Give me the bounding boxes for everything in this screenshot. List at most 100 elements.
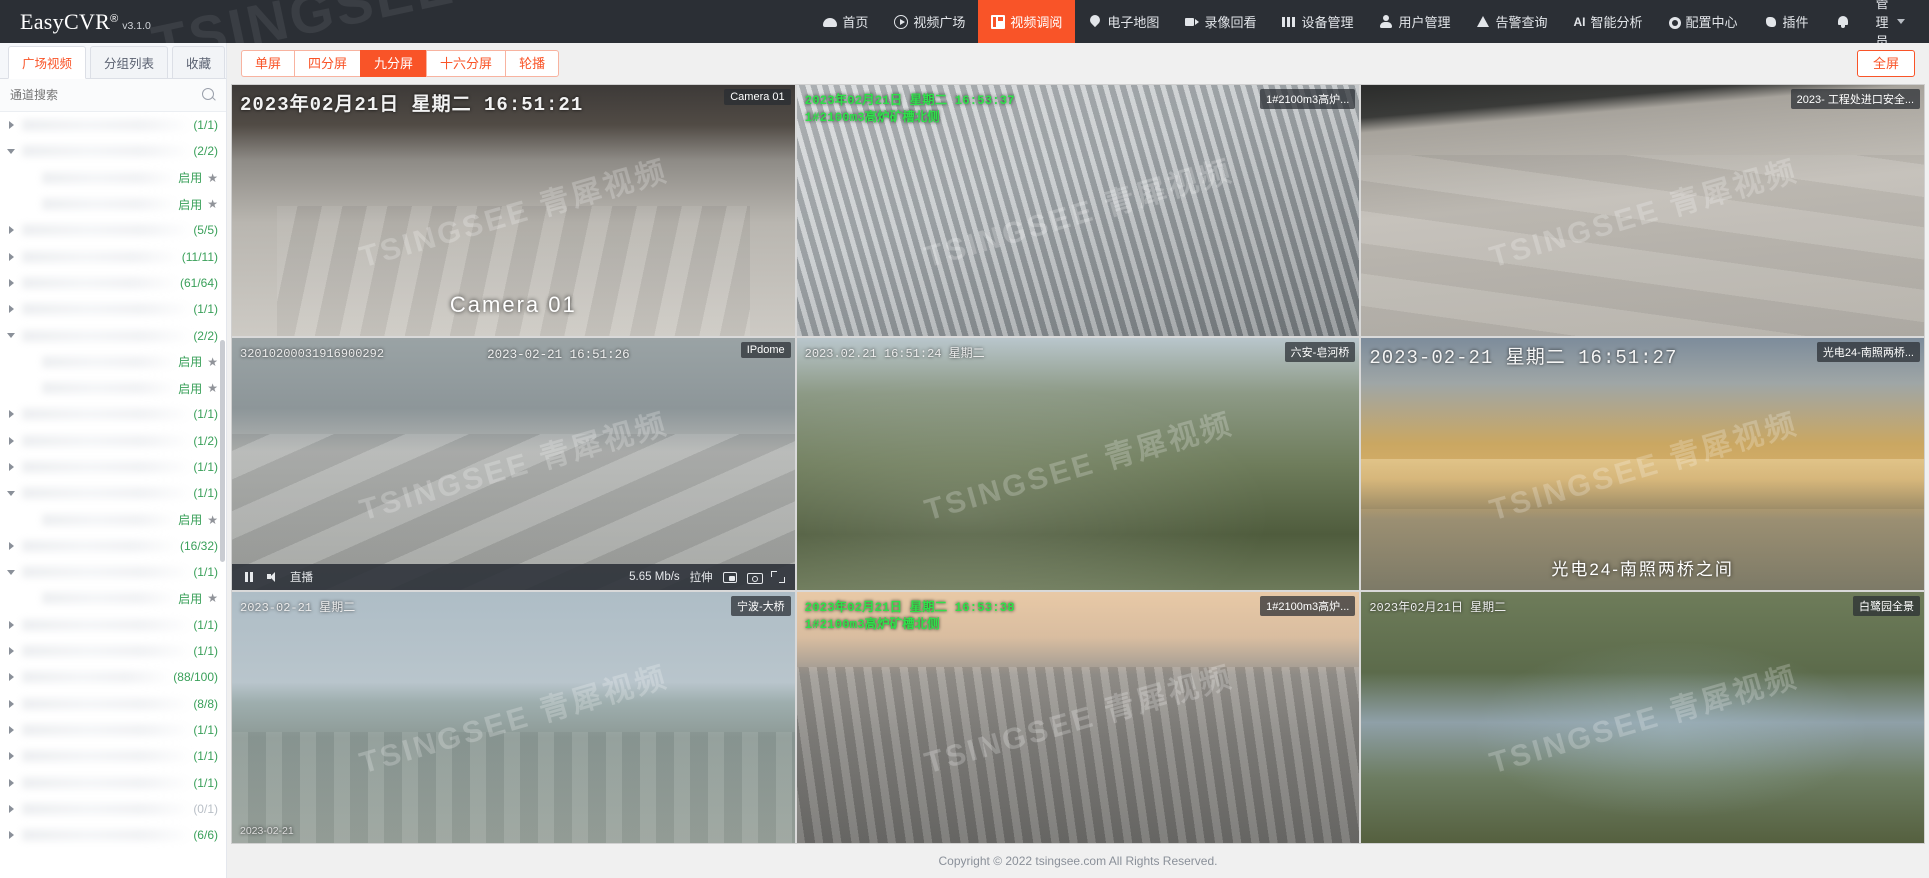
- channel-tree-row[interactable]: (1/1): [0, 112, 226, 138]
- favorite-star-icon[interactable]: ★: [207, 513, 218, 527]
- chevron-down-icon[interactable]: [4, 491, 18, 496]
- chevron-right-icon[interactable]: [4, 463, 18, 471]
- channel-tree-row[interactable]: (61/64): [0, 270, 226, 296]
- chevron-right-icon[interactable]: [4, 437, 18, 445]
- expand-icon[interactable]: [771, 570, 785, 584]
- channel-tree-child-row[interactable]: 启用★: [0, 585, 226, 611]
- video-cell-5[interactable]: TSINGSEE 青犀视频2023.02.21 16:51:24 星期二六安-皂…: [797, 338, 1360, 589]
- nav-item-11[interactable]: 插件: [1751, 0, 1822, 43]
- channel-tree-row[interactable]: (2/2): [0, 138, 226, 164]
- channel-tree-row[interactable]: (1/1): [0, 454, 226, 480]
- video-cell-7[interactable]: TSINGSEE 青犀视频2023-02-21 星期二2023-02-21宁波-…: [232, 592, 795, 843]
- notification-button[interactable]: [1822, 0, 1864, 43]
- chevron-right-icon[interactable]: [4, 226, 18, 234]
- layout-button-3[interactable]: 九分屏: [360, 50, 426, 78]
- sidebar-tab-2[interactable]: 分组列表: [90, 46, 168, 78]
- channel-tree-row[interactable]: (1/1): [0, 717, 226, 743]
- channel-tree-row[interactable]: (1/1): [0, 743, 226, 769]
- layout-button-5[interactable]: 轮播: [505, 50, 559, 78]
- chevron-right-icon[interactable]: [4, 805, 18, 813]
- nav-item-7[interactable]: 用户管理: [1366, 0, 1463, 43]
- tree-scrollbar[interactable]: [220, 340, 225, 562]
- stretch-button[interactable]: 拉伸: [690, 569, 713, 585]
- nav-item-8[interactable]: 告警查询: [1463, 0, 1560, 43]
- channel-tree-row[interactable]: (2/2): [0, 322, 226, 348]
- chevron-right-icon[interactable]: [4, 410, 18, 418]
- nav-item-9[interactable]: AI智能分析: [1561, 0, 1656, 43]
- chevron-down-icon[interactable]: [4, 570, 18, 575]
- nav-item-6[interactable]: 设备管理: [1269, 0, 1366, 43]
- channel-tree-row[interactable]: (1/1): [0, 559, 226, 585]
- layout-button-4[interactable]: 十六分屏: [426, 50, 505, 78]
- search-input[interactable]: [10, 88, 202, 102]
- nav-item-1[interactable]: 首页: [810, 0, 881, 43]
- channel-tree-row[interactable]: (1/1): [0, 480, 226, 506]
- video-cell-6[interactable]: TSINGSEE 青犀视频2023-02-21 星期二 16:51:27光电24…: [1361, 338, 1924, 589]
- video-cell-2[interactable]: TSINGSEE 青犀视频2023年02月21日 星期二 16:53:37 1#…: [797, 85, 1360, 336]
- tree-item-status: (1/1): [193, 302, 218, 316]
- channel-tree-row[interactable]: (1/1): [0, 401, 226, 427]
- channel-tree-row[interactable]: (1/1): [0, 638, 226, 664]
- channel-tree-child-row[interactable]: 启用★: [0, 506, 226, 532]
- favorite-star-icon[interactable]: ★: [207, 197, 218, 211]
- video-cell-4[interactable]: TSINGSEE 青犀视频320102000319169002922023-02…: [232, 338, 795, 589]
- favorite-star-icon[interactable]: ★: [207, 355, 218, 369]
- camera-snapshot-icon[interactable]: [747, 570, 761, 584]
- channel-tree-row[interactable]: (1/1): [0, 612, 226, 638]
- channel-tree-row[interactable]: (1/1): [0, 769, 226, 795]
- channel-tree-row[interactable]: (1/2): [0, 428, 226, 454]
- chevron-right-icon[interactable]: [4, 253, 18, 261]
- channel-tree-row[interactable]: (11/11): [0, 243, 226, 269]
- chevron-right-icon[interactable]: [4, 621, 18, 629]
- sidebar-tab-1[interactable]: 广场视频: [8, 46, 86, 79]
- layout-button-2[interactable]: 四分屏: [294, 50, 360, 78]
- channel-tree-row[interactable]: (8/8): [0, 691, 226, 717]
- app-logo[interactable]: EasyCVR ® v3.1.0: [0, 9, 170, 35]
- channel-tree-child-row[interactable]: 启用★: [0, 165, 226, 191]
- video-cell-3[interactable]: TSINGSEE 青犀视频2023- 工程处进口安全...: [1361, 85, 1924, 336]
- channel-tree-row[interactable]: (5/5): [0, 217, 226, 243]
- sidebar-tab-3[interactable]: 收藏: [172, 46, 225, 78]
- chevron-right-icon[interactable]: [4, 779, 18, 787]
- channel-tree-row[interactable]: (0/1): [0, 796, 226, 822]
- chevron-right-icon[interactable]: [4, 647, 18, 655]
- nav-item-3[interactable]: 视频调阅: [978, 0, 1075, 43]
- favorite-star-icon[interactable]: ★: [207, 591, 218, 605]
- video-cell-8[interactable]: TSINGSEE 青犀视频2023年02月21日 星期二 16:53:38 1#…: [797, 592, 1360, 843]
- nav-item-4[interactable]: 电子地图: [1075, 0, 1172, 43]
- chevron-right-icon[interactable]: [4, 279, 18, 287]
- nav-item-5[interactable]: 录像回看: [1172, 0, 1269, 43]
- channel-tree-row[interactable]: (6/6): [0, 822, 226, 848]
- nav-item-2[interactable]: 视频广场: [881, 0, 978, 43]
- user-menu[interactable]: 管理员: [1866, 0, 1911, 43]
- favorite-star-icon[interactable]: ★: [207, 381, 218, 395]
- channel-tree-child-row[interactable]: 启用★: [0, 349, 226, 375]
- picture-in-picture-icon[interactable]: [723, 570, 737, 584]
- search-icon[interactable]: [202, 88, 216, 102]
- chevron-down-icon[interactable]: [4, 333, 18, 338]
- channel-tree-child-row[interactable]: 启用★: [0, 375, 226, 401]
- chevron-right-icon[interactable]: [4, 542, 18, 550]
- chevron-right-icon[interactable]: [4, 831, 18, 839]
- nav-item-10[interactable]: 配置中心: [1656, 0, 1751, 43]
- volume-icon[interactable]: [266, 570, 280, 584]
- chevron-right-icon[interactable]: [4, 305, 18, 313]
- channel-tree-child-row[interactable]: 启用★: [0, 191, 226, 217]
- chevron-right-icon[interactable]: [4, 726, 18, 734]
- fullscreen-button[interactable]: 全屏: [1857, 50, 1915, 78]
- channel-tree-row[interactable]: (16/32): [0, 533, 226, 559]
- channel-tree-row[interactable]: (1/1): [0, 296, 226, 322]
- chevron-right-icon[interactable]: [4, 121, 18, 129]
- chevron-down-icon[interactable]: [4, 149, 18, 154]
- channel-tree-row[interactable]: (88/100): [0, 664, 226, 690]
- chevron-right-icon[interactable]: [4, 700, 18, 708]
- channel-tree[interactable]: (1/1)(2/2)启用★启用★(5/5)(11/11)(61/64)(1/1)…: [0, 112, 226, 878]
- chevron-right-icon[interactable]: [4, 752, 18, 760]
- chevron-right-icon[interactable]: [4, 673, 18, 681]
- layout-button-1[interactable]: 单屏: [241, 50, 294, 78]
- pause-icon[interactable]: [242, 570, 256, 584]
- video-cell-1[interactable]: TSINGSEE 青犀视频2023年02月21日 星期二 16:51:21Cam…: [232, 85, 795, 336]
- favorite-star-icon[interactable]: ★: [207, 171, 218, 185]
- channel-search-bar[interactable]: [0, 79, 226, 112]
- video-cell-9[interactable]: TSINGSEE 青犀视频2023年02月21日 星期二白鹭园全景: [1361, 592, 1924, 843]
